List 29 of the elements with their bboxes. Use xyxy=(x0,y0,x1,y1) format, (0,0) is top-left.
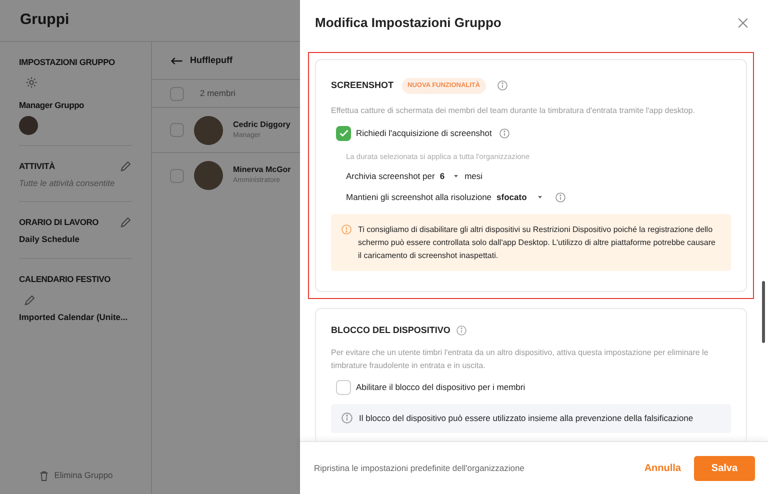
member-name: Minerva McGor xyxy=(233,164,291,176)
section-description: Effettua catture di schermata dei membri del team durante la timbratura d'entrata tramite l'app desktop. xyxy=(331,104,696,117)
warning-text: Ti consigliamo di disabilitare gli altri dispositivi su Restrizioni Dispositivo poiché la registrazione dello schermo può essere controllata solo dall'app Desktop. L'utilizzo di altre piattaforme potrebbe causare il caricamento di screenshot inaspettati. xyxy=(358,224,716,262)
months-unit: mesi xyxy=(464,170,483,183)
checkbox-label: Abilitare il blocco del dispositivo per i membri xyxy=(356,381,526,394)
months-dropdown[interactable]: 6 xyxy=(440,170,460,183)
member-name: Cedric Diggory xyxy=(233,118,290,131)
checkbox-label: Richiedi l'acquisizione di screenshot xyxy=(356,126,492,140)
archive-label: Archivia screenshot per xyxy=(346,170,435,183)
info-text: Il blocco del dispositivo può essere utilizzato insieme alla prevenzione della falsificazione xyxy=(359,412,694,425)
section-heading: IMPOSTAZIONI GRUPPO xyxy=(19,56,115,69)
section-heading: ORARIO DI LAVORO xyxy=(19,216,99,230)
resolution-label: Mantieni gli screenshot alla risoluzione xyxy=(346,190,492,204)
section-value: Imported Calendar (Unite... xyxy=(19,310,129,324)
drawer-title: Modifica Impostazioni Gruppo xyxy=(315,14,502,32)
section-description: Per evitare che un utente timbri l'entrata da un altro dispositivo, attiva questa impostazione per eliminare le timbrature fraudolente in entrata e in uscita. xyxy=(331,347,710,372)
reset-defaults-link[interactable]: Ripristina le impostazioni predefinite dell'organizzazione xyxy=(314,462,524,474)
section-heading: ATTIVITÀ xyxy=(19,160,55,172)
group-name: Hufflepuff xyxy=(190,54,232,67)
member-count: 2 membri xyxy=(200,87,236,100)
delete-group-button[interactable]: Elimina Gruppo xyxy=(38,469,113,482)
section-heading: CALENDARIO FESTIVO xyxy=(19,273,111,286)
section-value: Tutte le attività consentite xyxy=(19,176,116,190)
page-title: Gruppi xyxy=(20,10,70,30)
section-title: BLOCCO DEL DISPOSITIVO xyxy=(331,324,450,336)
resolution-dropdown[interactable]: sfocato xyxy=(496,190,544,204)
section-heading: Manager Gruppo xyxy=(19,98,84,112)
section-value: Daily Schedule xyxy=(19,233,80,246)
section-title: SCREENSHOT xyxy=(331,79,394,92)
